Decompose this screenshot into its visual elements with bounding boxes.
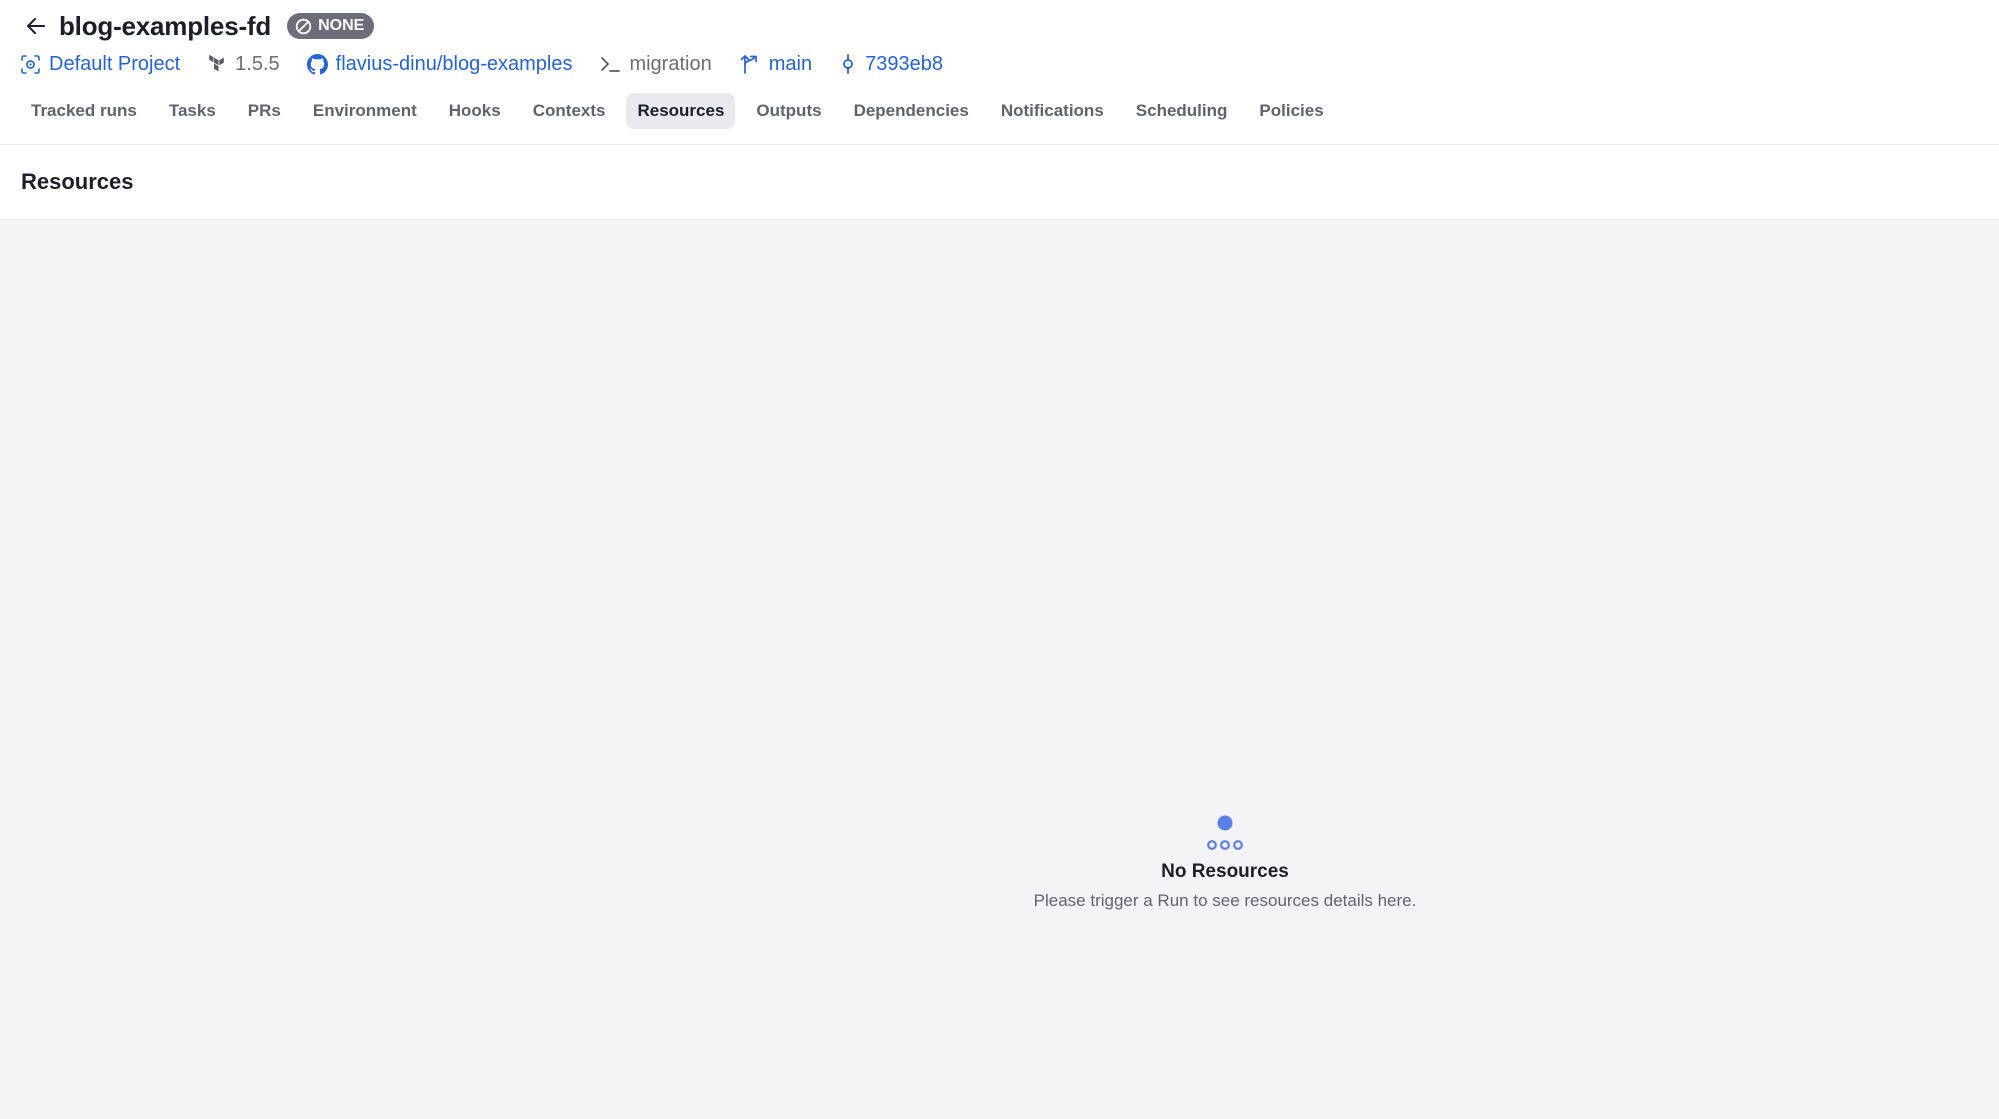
github-icon	[306, 53, 328, 74]
project-root: migration	[599, 52, 712, 76]
section-header: Resources	[0, 145, 1999, 220]
resources-tree-icon	[1207, 815, 1243, 850]
stack-name: blog-examples-fd	[59, 10, 272, 41]
branch-link[interactable]: main	[739, 53, 812, 76]
project-root-label: migration	[629, 52, 712, 75]
state-badge: NONE	[287, 13, 375, 39]
branch-name: main	[768, 52, 813, 75]
branch-icon	[740, 55, 757, 74]
stack-header: blog-examples-fd NONE Default Project 1.…	[0, 0, 1999, 145]
tab-resources[interactable]: Resources	[626, 93, 736, 129]
project-link[interactable]: Default Project	[20, 53, 180, 76]
terminal-prompt-icon	[601, 57, 621, 72]
title-row: blog-examples-fd NONE	[21, 10, 375, 42]
no-entry-icon	[295, 18, 312, 34]
tab-hooks[interactable]: Hooks	[438, 93, 512, 129]
tab-environment[interactable]: Environment	[302, 93, 428, 129]
tab-dependencies[interactable]: Dependencies	[843, 93, 980, 129]
tab-outputs[interactable]: Outputs	[745, 93, 832, 129]
stack-tabs: Tracked runs Tasks PRs Environment Hooks…	[20, 93, 1335, 129]
repository-name: flavius-dinu/blog-examples	[335, 52, 573, 75]
tab-prs[interactable]: PRs	[237, 93, 292, 129]
back-button[interactable]	[21, 11, 51, 41]
project-icon	[21, 54, 40, 74]
repository-link[interactable]: flavius-dinu/blog-examples	[306, 52, 573, 76]
empty-state-description: Please trigger a Run to see resources de…	[1033, 891, 1417, 910]
tab-tasks[interactable]: Tasks	[158, 93, 227, 129]
terraform-version-label: 1.5.5	[235, 52, 280, 75]
commit-icon	[843, 54, 853, 74]
commit-sha: 7393eb8	[865, 52, 943, 75]
tab-scheduling[interactable]: Scheduling	[1125, 93, 1239, 129]
project-name: Default Project	[49, 52, 181, 75]
terraform-icon	[209, 54, 224, 72]
terraform-version: 1.5.5	[207, 52, 280, 76]
tab-tracked-runs[interactable]: Tracked runs	[20, 93, 148, 129]
tab-contexts[interactable]: Contexts	[522, 93, 617, 129]
tab-policies[interactable]: Policies	[1248, 93, 1334, 129]
section-title: Resources	[21, 169, 134, 194]
empty-state-title: No Resources	[1161, 861, 1289, 882]
empty-state: No Resources Please trigger a Run to see…	[1025, 815, 1425, 911]
stack-meta: Default Project 1.5.5 flavius-dinu/blog-…	[20, 50, 970, 78]
commit-link[interactable]: 7393eb8	[839, 53, 943, 76]
tab-notifications[interactable]: Notifications	[990, 93, 1115, 129]
resources-content: No Resources Please trigger a Run to see…	[0, 221, 1999, 1119]
state-badge-label: NONE	[318, 17, 365, 34]
arrow-left-icon	[27, 18, 45, 34]
